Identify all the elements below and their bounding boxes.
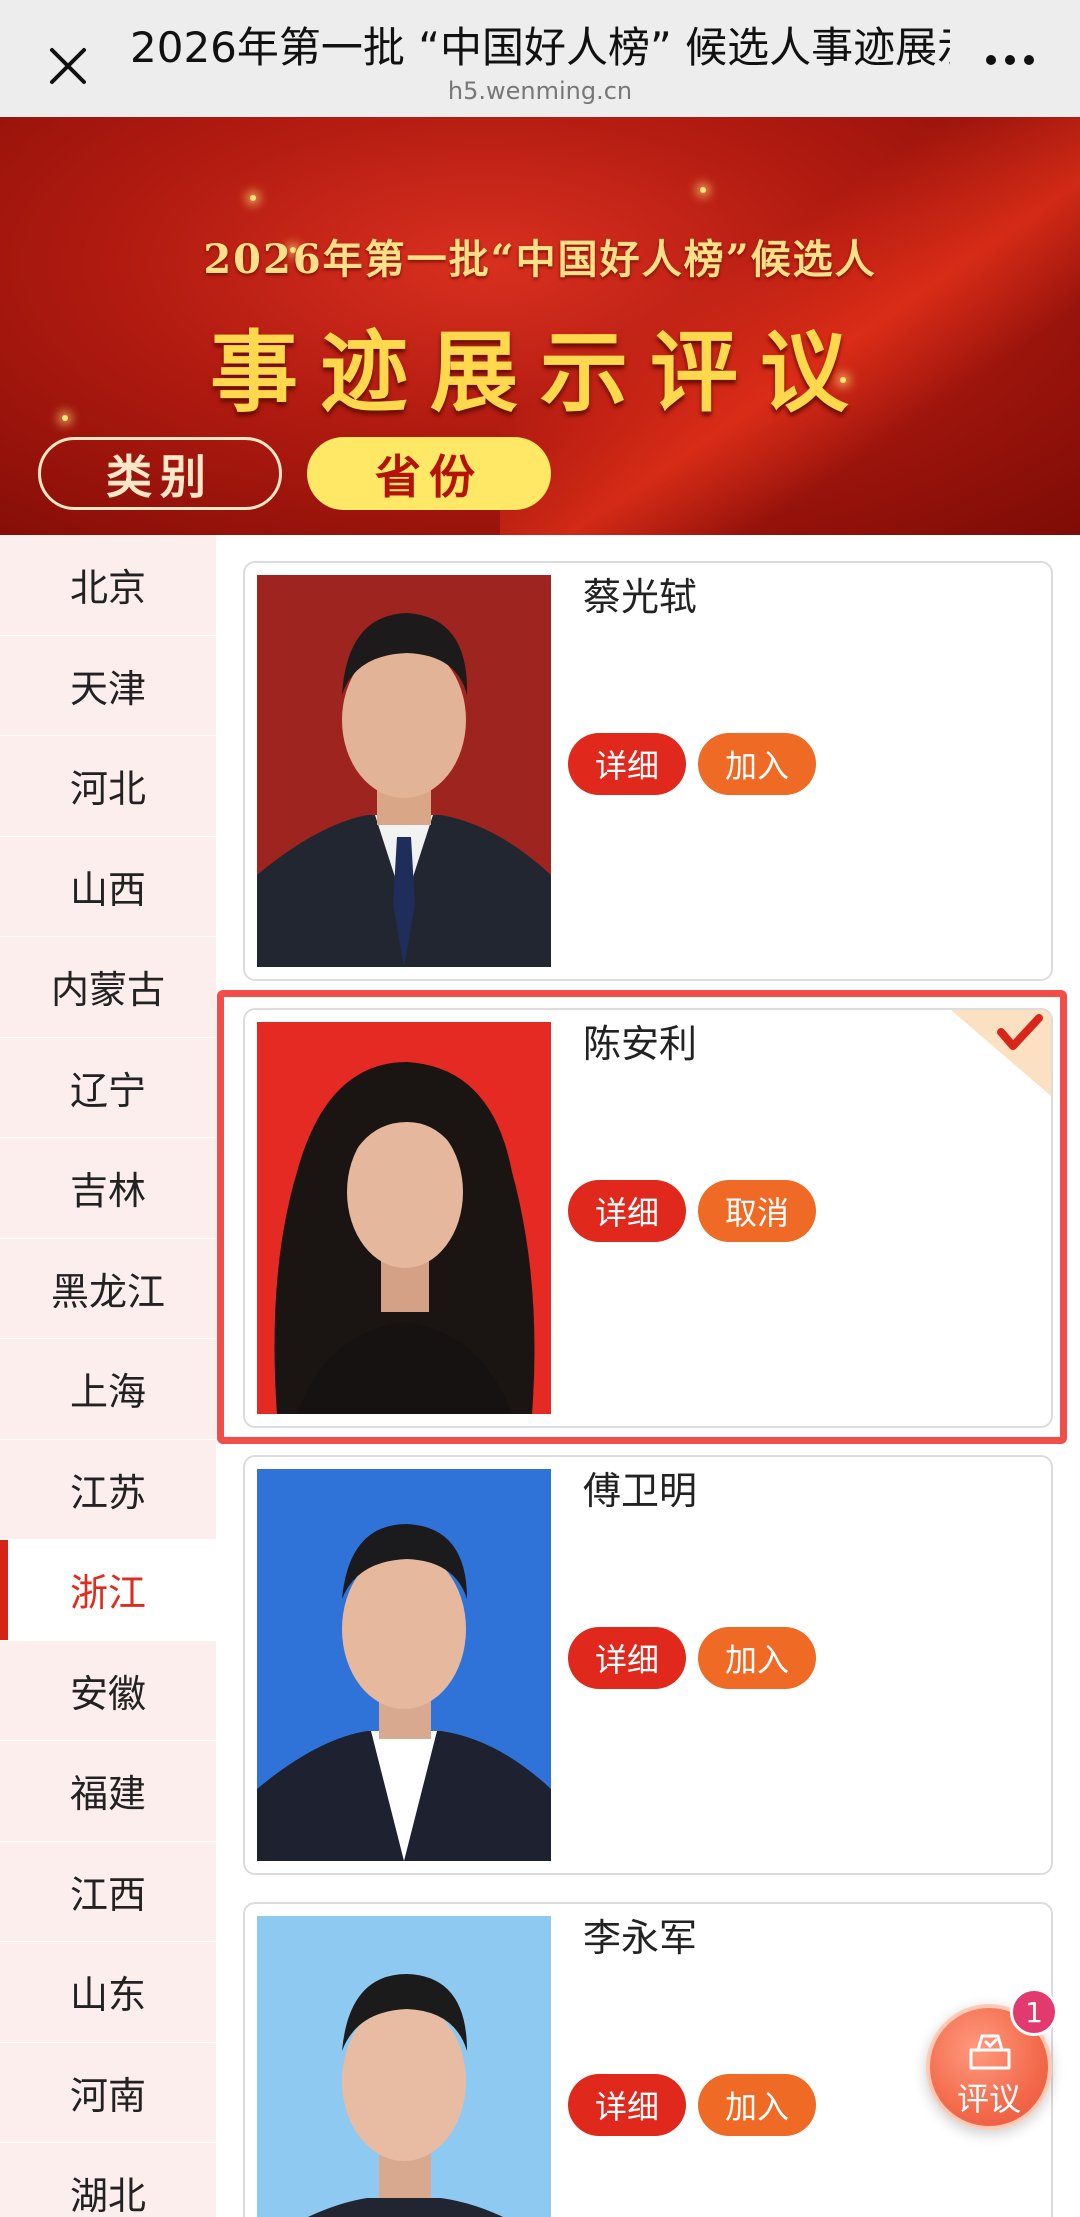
sidebar-item-neimenggu[interactable]: 内蒙古 <box>0 937 216 1038</box>
candidate-name: 李永军 <box>583 1916 698 1960</box>
sidebar-item-shanghai[interactable]: 上海 <box>0 1339 216 1440</box>
sidebar-item-jilin[interactable]: 吉林 <box>0 1138 216 1239</box>
more-icon <box>986 55 1034 65</box>
close-button[interactable] <box>40 38 96 94</box>
join-button[interactable]: 加入 <box>698 2074 816 2136</box>
detail-button[interactable]: 详细 <box>568 1627 686 1689</box>
province-sidebar: 北京 天津 河北 山西 内蒙古 辽宁 吉林 黑龙江 上海 江苏 浙江 安徽 福建… <box>0 535 216 2217</box>
sidebar-item-zhejiang[interactable]: 浙江 <box>0 1540 216 1641</box>
sidebar-item-hebei[interactable]: 河北 <box>0 736 216 837</box>
ballot-box-icon <box>969 2034 1011 2070</box>
candidate-name: 蔡光轼 <box>583 575 698 619</box>
sidebar-item-heilongjiang[interactable]: 黑龙江 <box>0 1238 216 1339</box>
sidebar-item-liaoning[interactable]: 辽宁 <box>0 1037 216 1138</box>
browser-topbar: 2026年第一批 “中国好人榜” 候选人事迹展示 h5.wenming.cn <box>0 0 1080 117</box>
page-title: 2026年第一批 “中国好人榜” 候选人事迹展示 <box>130 23 950 72</box>
tab-category[interactable]: 类别 <box>38 437 282 510</box>
title-block: 2026年第一批 “中国好人榜” 候选人事迹展示 h5.wenming.cn <box>130 20 950 106</box>
sidebar-item-beijing[interactable]: 北京 <box>0 535 216 636</box>
sidebar-item-henan[interactable]: 河南 <box>0 2042 216 2143</box>
sidebar-item-jiangxi[interactable]: 江西 <box>0 1841 216 1942</box>
join-button[interactable]: 加入 <box>698 733 816 795</box>
detail-button[interactable]: 详细 <box>568 733 686 795</box>
candidate-card: 蔡光轼 详细 加入 <box>243 561 1053 981</box>
vote-count-badge: 1 <box>1010 1988 1058 2036</box>
more-button[interactable] <box>982 40 1038 80</box>
sidebar-item-shanxi[interactable]: 山西 <box>0 836 216 937</box>
sidebar-item-jiangsu[interactable]: 江苏 <box>0 1439 216 1540</box>
sparkle <box>250 195 256 201</box>
candidate-name: 傅卫明 <box>583 1469 698 1513</box>
candidate-photo <box>257 1916 551 2217</box>
candidate-photo <box>257 1469 551 1861</box>
banner-subtitle: 2026年第一批“中国好人榜”候选人 <box>203 236 877 283</box>
sidebar-item-shandong[interactable]: 山东 <box>0 1942 216 2043</box>
banner-headline: 事迹展示评议 <box>209 320 870 424</box>
detail-button[interactable]: 详细 <box>568 2074 686 2136</box>
candidate-photo <box>257 575 551 967</box>
header-banner: 2026年第一批“中国好人榜”候选人 事迹展示评议 类别 省份 <box>0 117 1080 535</box>
sidebar-item-anhui[interactable]: 安徽 <box>0 1640 216 1741</box>
page-domain: h5.wenming.cn <box>447 77 633 105</box>
vote-label: 评议 <box>956 2080 1021 2118</box>
join-button[interactable]: 加入 <box>698 1627 816 1689</box>
tab-province[interactable]: 省份 <box>307 437 551 510</box>
candidate-card: 傅卫明 详细 加入 <box>243 1455 1053 1875</box>
sparkle <box>700 187 706 193</box>
close-icon <box>50 48 86 84</box>
sidebar-item-tianjin[interactable]: 天津 <box>0 635 216 736</box>
selection-highlight-frame <box>217 990 1067 1444</box>
sidebar-item-hubei[interactable]: 湖北 <box>0 2143 216 2217</box>
sidebar-item-fujian[interactable]: 福建 <box>0 1741 216 1842</box>
